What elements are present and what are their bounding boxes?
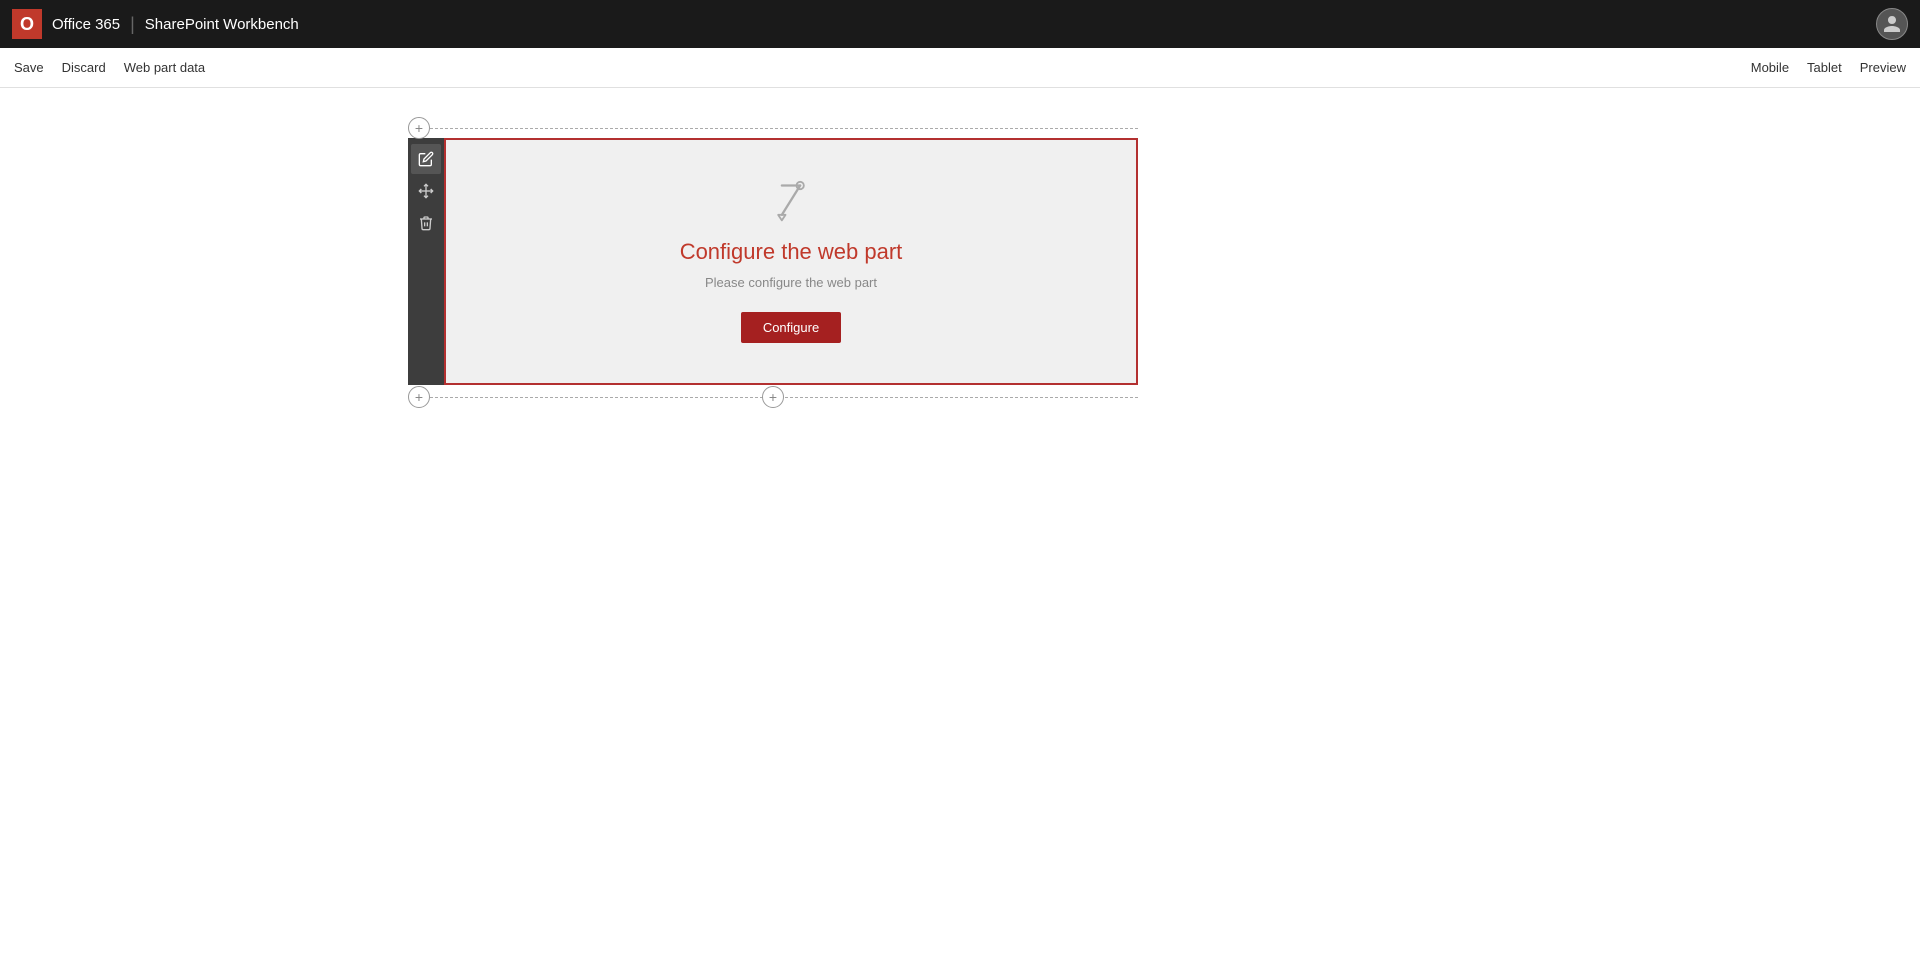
user-avatar[interactable] [1876,8,1908,40]
divider: | [130,14,135,35]
app-subtitle: SharePoint Workbench [145,16,299,33]
toolbar-left: Save Discard Web part data [14,60,1733,75]
top-separator-row: + [408,118,1138,138]
delete-icon [418,215,434,231]
toolbar-right: Mobile Tablet Preview [1751,60,1906,75]
bottom-separator-row: + + [408,385,1138,409]
webpart-subtitle: Please configure the web part [705,275,877,290]
user-icon [1882,14,1902,34]
bottom-dashed-line [430,397,1138,398]
webpart-panel: Configure the web part Please configure … [444,138,1138,385]
webpart-title: Configure the web part [680,239,903,265]
top-dashed-line [430,128,1138,129]
top-bar-right [1876,8,1908,40]
edit-webpart-button[interactable] [411,144,441,174]
workbench-zone: + [408,118,1138,409]
office-logo: O [12,9,42,39]
tablet-button[interactable]: Tablet [1807,60,1842,75]
discard-button[interactable]: Discard [62,60,106,75]
bottom-center-add-button[interactable]: + [762,386,784,408]
app-name: Office 365 [52,16,120,33]
configure-button[interactable]: Configure [741,312,841,343]
web-part-data-button[interactable]: Web part data [124,60,205,75]
delete-webpart-button[interactable] [411,208,441,238]
webpart-container: Configure the web part Please configure … [408,138,1138,385]
move-icon [418,183,434,199]
bottom-left-add-button[interactable]: + [408,386,430,408]
save-button[interactable]: Save [14,60,44,75]
canvas-area: + [0,88,1920,969]
toolbar-bar: Save Discard Web part data Mobile Tablet… [0,48,1920,88]
webpart-toolbar [408,138,444,385]
top-add-button[interactable]: + [408,117,430,139]
move-webpart-button[interactable] [411,176,441,206]
mobile-button[interactable]: Mobile [1751,60,1789,75]
top-bar: O Office 365 | SharePoint Workbench [0,0,1920,48]
edit-icon [418,151,434,167]
preview-button[interactable]: Preview [1860,60,1906,75]
configure-icon [769,180,813,229]
